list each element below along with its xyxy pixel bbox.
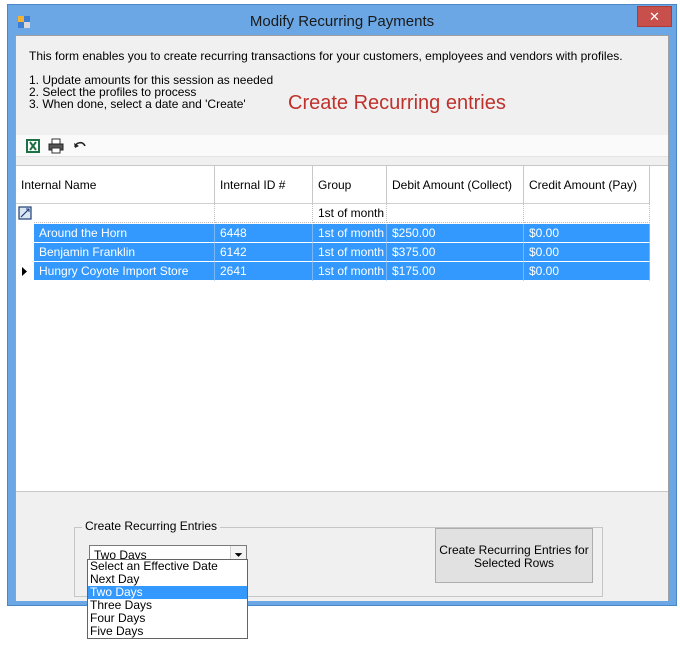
intro-text: This form enables you to create recurrin… — [29, 49, 623, 63]
title-bar[interactable]: Modify Recurring Payments ✕ — [8, 5, 676, 35]
cell-debit-amount[interactable]: $250.00 — [387, 224, 524, 243]
effective-date-dropdown-list[interactable]: Select an Effective Date Next Day Two Da… — [87, 559, 248, 639]
column-header-credit-amount[interactable]: Credit Amount (Pay) — [524, 166, 650, 203]
cell-internal-name[interactable]: Around the Horn — [34, 224, 215, 243]
page-headline: Create Recurring entries — [288, 92, 506, 114]
filter-cell-internal-name[interactable] — [34, 204, 215, 223]
close-icon: ✕ — [649, 9, 660, 24]
close-button[interactable]: ✕ — [637, 6, 672, 27]
filter-cell-debit-amount[interactable] — [387, 204, 524, 223]
table-row[interactable]: Hungry Coyote Import Store 2641 1st of m… — [16, 262, 650, 281]
form-body: This form enables you to create recurrin… — [15, 35, 669, 601]
current-row-arrow-icon[interactable] — [16, 262, 34, 281]
column-header-group[interactable]: Group — [313, 166, 387, 203]
cell-group[interactable]: 1st of month — [313, 243, 387, 262]
cell-debit-amount[interactable]: $175.00 — [387, 262, 524, 281]
table-row[interactable]: Benjamin Franklin 6142 1st of month $375… — [16, 243, 650, 262]
grid-header-row: Internal Name Internal ID # Group Debit … — [16, 166, 650, 204]
cell-group[interactable]: 1st of month — [313, 224, 387, 243]
cell-internal-id[interactable]: 6142 — [215, 243, 313, 262]
create-button-label-line2: Selected Rows — [473, 556, 555, 570]
cell-internal-id[interactable]: 6448 — [215, 224, 313, 243]
excel-export-icon[interactable] — [25, 138, 41, 154]
column-header-internal-id[interactable]: Internal ID # — [215, 166, 313, 203]
cell-credit-amount[interactable]: $0.00 — [524, 224, 650, 243]
filter-cell-credit-amount[interactable] — [524, 204, 650, 223]
filter-row[interactable]: 1st of month — [16, 204, 650, 223]
cell-debit-amount[interactable]: $375.00 — [387, 243, 524, 262]
create-recurring-entries-button[interactable]: Create Recurring Entries for Selected Ro… — [435, 528, 593, 583]
row-header[interactable] — [16, 224, 34, 243]
cell-credit-amount[interactable]: $0.00 — [524, 243, 650, 262]
undo-icon[interactable] — [72, 138, 88, 154]
filter-cell-group[interactable]: 1st of month — [313, 204, 387, 223]
profiles-grid[interactable]: Internal Name Internal ID # Group Debit … — [16, 165, 668, 492]
cell-internal-id[interactable]: 2641 — [215, 262, 313, 281]
cell-group[interactable]: 1st of month — [313, 262, 387, 281]
table-row[interactable]: Around the Horn 6448 1st of month $250.0… — [16, 224, 650, 243]
filter-cell-internal-id[interactable] — [215, 204, 313, 223]
print-icon[interactable] — [48, 138, 64, 154]
cell-internal-name[interactable]: Hungry Coyote Import Store — [34, 262, 215, 281]
dropdown-option-five-days[interactable]: Five Days — [88, 625, 247, 638]
column-header-internal-name[interactable]: Internal Name — [16, 166, 215, 203]
filter-icon[interactable] — [16, 204, 34, 223]
column-header-debit-amount[interactable]: Debit Amount (Collect) — [387, 166, 524, 203]
create-recurring-group-label: Create Recurring Entries — [82, 519, 221, 533]
app-window: Modify Recurring Payments ✕ This form en… — [7, 4, 677, 606]
step-3: 3. When done, select a date and 'Create' — [29, 97, 246, 111]
row-header[interactable] — [16, 243, 34, 262]
grid-toolbar — [16, 135, 668, 157]
window-title: Modify Recurring Payments — [249, 13, 435, 30]
cell-internal-name[interactable]: Benjamin Franklin — [34, 243, 215, 262]
cell-credit-amount[interactable]: $0.00 — [524, 262, 650, 281]
